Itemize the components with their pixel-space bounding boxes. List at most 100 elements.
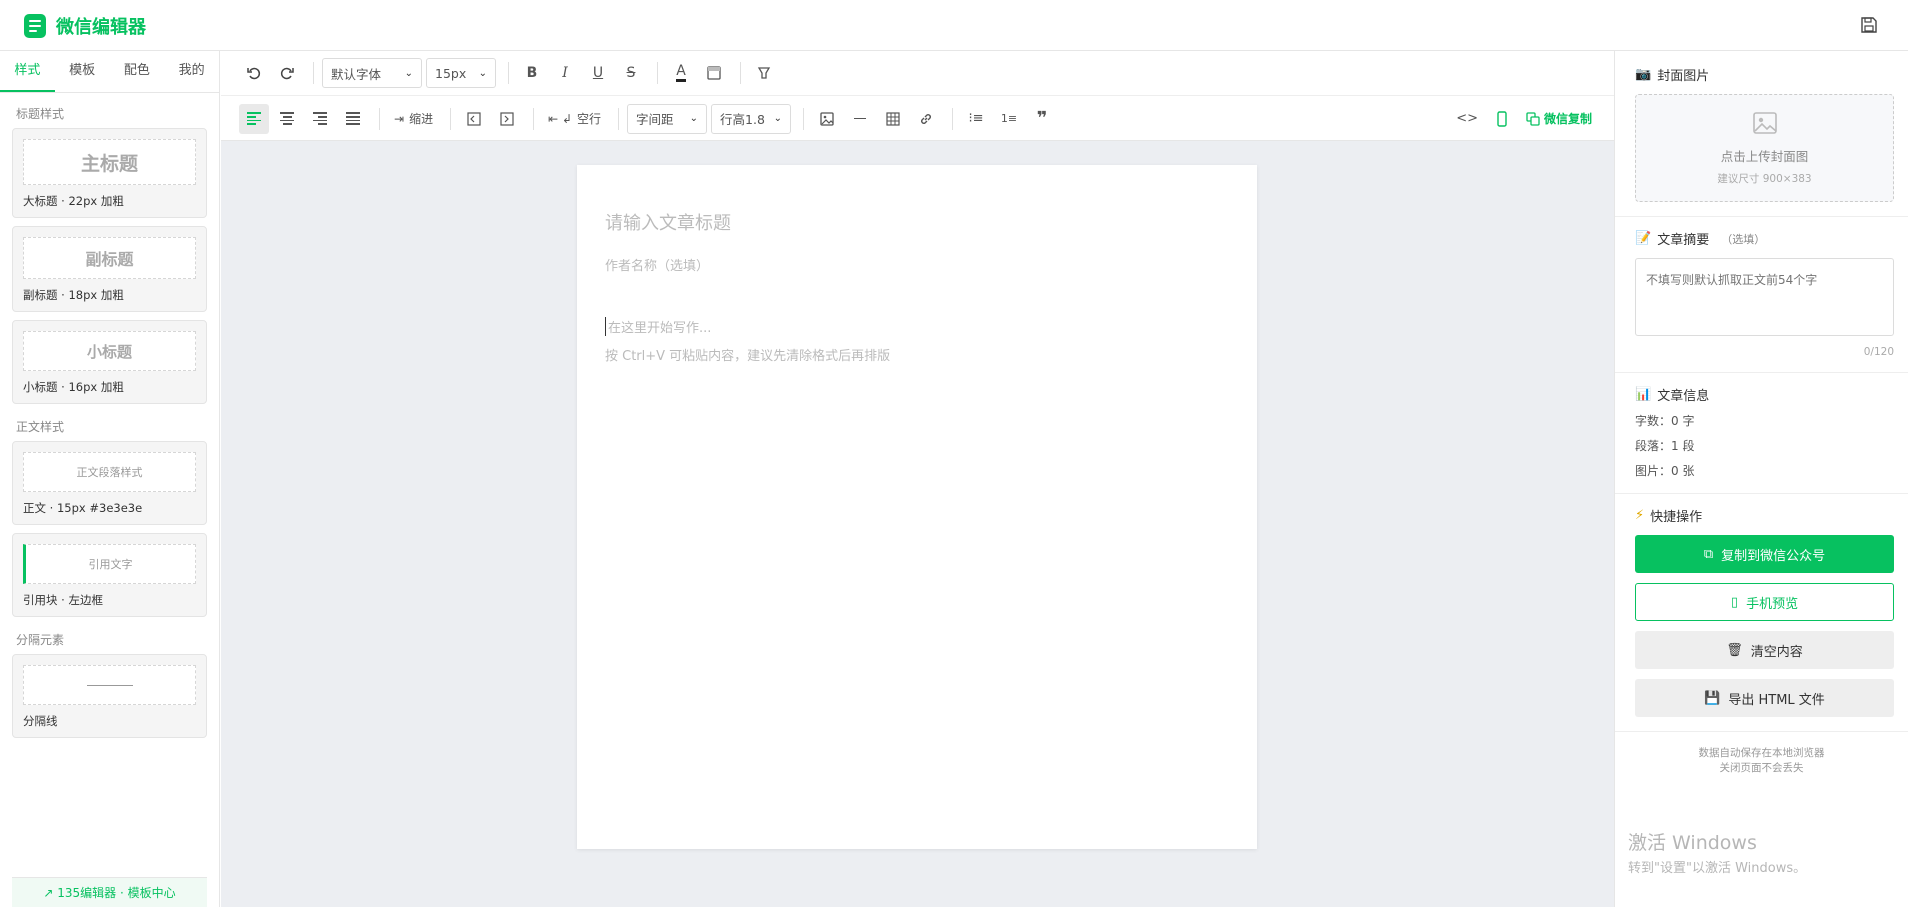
toolbar-separator [379,107,380,130]
style-card-h1[interactable]: 主标题 大标题 · 22px 加粗 [12,128,207,218]
style-card-body[interactable]: 正文段落样式 正文 · 15px #3e3e3e [12,441,207,525]
chevron-down-icon: ⌄ [689,113,699,124]
font-family-value: 默认字体 [331,66,382,82]
card-caption: 副标题 · 18px 加粗 [23,288,124,302]
cover-section: 📷 封面图片 点击上传封面图 建议尺寸 900×383 [1615,51,1908,217]
bold-icon[interactable]: B [517,58,547,88]
left-sidebar: 样式 模板 配色 我的 标题样式 主标题 大标题 · 22px 加粗 副标题 副… [0,51,220,907]
letter-spacing-select[interactable]: 字间距 ⌄ [627,103,708,134]
font-size-select[interactable]: 15px ⌄ [426,58,496,88]
tab-colors[interactable]: 配色 [110,51,165,92]
wechat-copy-button[interactable]: 微信复制 [1520,104,1598,134]
mobile-icon[interactable] [1487,104,1517,134]
clear-content-button[interactable]: 🗑 清空内容 [1635,631,1894,669]
indent-button[interactable]: ⇥ 缩进 [388,104,439,134]
font-family-select[interactable]: 默认字体 ⌄ [322,58,422,88]
underline-icon[interactable]: U [583,58,613,88]
line-height-select[interactable]: 行高1.8 ⌄ [711,103,792,134]
autosave-note-line2: 关闭页面不会丢失 [1719,762,1804,774]
indent-icon: ⇥ [394,111,405,126]
summary-heading: 📝 文章摘要 （选填） [1635,229,1894,248]
cover-upload[interactable]: 点击上传封面图 建议尺寸 900×383 [1635,94,1894,202]
image-icon[interactable] [812,104,842,134]
copy-icon: ⧉ [1703,546,1714,562]
tab-templates[interactable]: 模板 [55,51,110,92]
card-caption: 大标题 · 22px 加粗 [23,194,124,208]
empty-line-label: 空行 [577,112,602,126]
card-caption: 分隔线 [23,714,58,728]
chart-icon: 📊 [1635,387,1652,402]
copy-to-wechat-button[interactable]: ⧉ 复制到微信公众号 [1635,535,1894,573]
trash-icon: 🗑 [1726,642,1743,658]
toolbar-separator [508,62,509,84]
card-preview: 主标题 [23,139,196,185]
author-input[interactable]: 作者名称（选填） [605,255,709,274]
toolbar-separator [952,107,954,130]
summary-title: 文章摘要 [1657,233,1710,248]
style-card-quote[interactable]: 引用文字 引用块 · 左边框 [12,533,207,617]
article-body-editor[interactable]: 在这里开始写作... [605,317,711,336]
redo-icon[interactable] [272,58,302,88]
empty-line-button[interactable]: ⇤ ↲ 空行 [542,104,607,134]
indent-label: 缩进 [409,112,434,126]
indent-box-icon[interactable] [492,104,522,134]
windows-activation-watermark: 激活 Windows 转到"设置"以激活 Windows。 [1628,828,1806,876]
numbered-list-icon[interactable]: 1≡ [994,104,1024,134]
style-card-h3[interactable]: 小标题 小标题 · 16px 加粗 [12,320,207,404]
background-color-icon[interactable] [699,58,729,88]
toolbar-separator [740,62,741,84]
link-icon[interactable] [911,104,941,134]
clear-content-label: 清空内容 [1750,644,1803,660]
style-card-divider[interactable]: 分隔线 [12,654,207,738]
outdent-icon[interactable] [459,104,489,134]
align-center-icon[interactable] [272,104,302,134]
save-icon[interactable] [1860,16,1878,34]
card-preview [23,665,196,705]
article-title-input[interactable]: 请输入文章标题 [605,209,731,235]
cover-heading: 📷 封面图片 [1635,65,1894,84]
summary-textarea[interactable] [1635,258,1894,336]
lightning-icon: ⚡ [1635,508,1645,523]
wechat-copy-label: 微信复制 [1543,112,1592,126]
top-bar: 微信编辑器 [0,0,1908,51]
table-icon[interactable] [878,104,908,134]
align-left-icon[interactable] [239,103,269,134]
toolbar-row-1: 默认字体 ⌄ 15px ⌄ B I U S A [221,51,1614,96]
export-html-button[interactable]: 💾 导出 HTML 文件 [1635,679,1894,717]
undo-icon[interactable] [239,58,269,88]
info-heading: 📊 文章信息 [1635,385,1894,404]
toolbar-separator [803,107,805,130]
code-view-icon[interactable]: <> [1450,104,1484,134]
blockquote-icon[interactable]: ❞ [1027,104,1057,134]
copy-to-wechat-label: 复制到微信公众号 [1721,548,1826,564]
card-caption: 正文 · 15px #3e3e3e [23,501,143,515]
card-preview: 副标题 [23,237,196,279]
card-preview: 引用文字 [23,544,196,584]
style-card-h2[interactable]: 副标题 副标题 · 18px 加粗 [12,226,207,312]
summary-counter: 0/120 [1863,346,1894,358]
line-height-value: 行高1.8 [720,112,765,127]
font-color-icon[interactable]: A [666,58,696,88]
activation-line1: 激活 Windows [1628,832,1757,854]
section-label-body: 正文样式 [16,420,65,434]
toolbar-row-2: ⇥ 缩进 ⇤ ↲ 空行 字间距 ⌄ 行高1.8 ⌄ ⁝≡ 1≡ ❞ <> 微信复… [221,96,1614,141]
clear-format-icon[interactable] [749,58,779,88]
template-center-label: 135编辑器 · 模板中心 [57,886,176,900]
align-justify-icon[interactable] [338,104,368,134]
tab-mine[interactable]: 我的 [164,51,219,92]
image-count: 图片：0 张 [1635,464,1695,478]
mobile-preview-button[interactable]: ▯ 手机预览 [1635,583,1894,621]
align-right-icon[interactable] [305,104,335,134]
bullet-list-icon[interactable]: ⁝≡ [961,104,991,134]
tab-styles[interactable]: 样式 [0,51,55,92]
quick-heading: ⚡ 快捷操作 [1635,506,1894,525]
camera-icon: 📷 [1635,67,1652,82]
empty-line-icon: ⇤ ↲ [548,111,573,126]
activation-line2: 转到"设置"以激活 Windows。 [1628,861,1807,876]
word-count: 字数：0 字 [1635,414,1695,428]
horizontal-rule-icon[interactable] [845,104,875,134]
mobile-preview-label: 手机预览 [1746,596,1799,612]
strikethrough-icon[interactable]: S [616,58,646,88]
italic-icon[interactable]: I [550,58,580,88]
template-center-link[interactable]: ↗ 135编辑器 · 模板中心 [12,877,207,907]
